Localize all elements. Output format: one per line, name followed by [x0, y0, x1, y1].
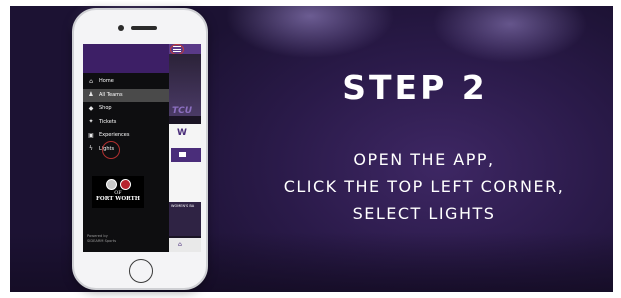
menu-item-label: Home: [99, 78, 114, 85]
sponsor-logo-icon: [105, 179, 117, 190]
hero-image: TCU: [169, 54, 201, 116]
powered-by-text: Powered by SIDEARM Sports: [87, 234, 116, 243]
menu-item-label: Tickets: [99, 118, 117, 125]
app-content-peek: TCU W WOMEN'S BA ⌂: [169, 44, 201, 252]
powered-line: SIDEARM Sports: [87, 238, 117, 243]
sponsor-badge: OF FORT WORTH: [92, 176, 144, 208]
speaker-grille: [131, 26, 157, 30]
sponsor-logo-icon: [119, 179, 131, 190]
camera-dot: [118, 25, 124, 31]
ticket-icon: ✦: [88, 118, 94, 126]
menu-item-all-teams[interactable]: ♟ All Teams: [83, 88, 169, 102]
menu-item-tickets[interactable]: ✦ Tickets: [83, 116, 169, 130]
menu-item-label: Experiences: [99, 132, 130, 139]
phone-home-button: [129, 259, 153, 283]
menu-item-label: Shop: [99, 105, 112, 112]
menu-list: ⌂ Home ♟ All Teams ◆ Shop ✦ Tickets ▣ Ex…: [83, 75, 169, 158]
hero-text: TCU: [172, 106, 193, 116]
team-card: W: [169, 124, 201, 202]
menu-item-label: All Teams: [99, 91, 123, 98]
menu-item-experiences[interactable]: ▣ Experiences: [83, 129, 169, 143]
instruction-line: CLICK THE TOP LEFT CORNER,: [283, 177, 565, 196]
teams-icon: ♟: [88, 91, 94, 99]
menu-item-label: Lights: [99, 145, 115, 152]
phone-mockup: ⌂ Home ♟ All Teams ◆ Shop ✦ Tickets ▣ Ex…: [72, 8, 208, 290]
promo-text: WOMEN'S BA: [171, 204, 195, 208]
menu-item-shop[interactable]: ◆ Shop: [83, 102, 169, 116]
promo-card[interactable]: WOMEN'S BA: [169, 202, 201, 236]
step-headline: STEP 2: [342, 68, 488, 107]
lightning-icon: ϟ: [89, 145, 93, 153]
shop-tag-icon: ◆: [88, 104, 94, 112]
bottom-nav: ⌂: [169, 238, 201, 252]
menu-header: [83, 44, 169, 73]
side-menu: ⌂ Home ♟ All Teams ◆ Shop ✦ Tickets ▣ Ex…: [83, 44, 169, 252]
badge-city-text: FORT WORTH: [96, 196, 140, 202]
video-icon: [179, 152, 186, 157]
video-button[interactable]: [171, 148, 201, 162]
team-logo-icon: W: [177, 128, 187, 138]
app-top-bar: [169, 44, 201, 55]
home-icon: ⌂: [89, 77, 93, 85]
gift-icon: ▣: [88, 131, 94, 139]
instruction-line: OPEN THE APP,: [353, 150, 495, 169]
instructions-text: OPEN THE APP, CLICK THE TOP LEFT CORNER,…: [224, 146, 613, 227]
instruction-line: SELECT LIGHTS: [352, 204, 496, 223]
home-icon[interactable]: ⌂: [178, 241, 182, 248]
sponsor-logos: [92, 179, 144, 190]
menu-item-home[interactable]: ⌂ Home: [83, 75, 169, 89]
phone-screen: ⌂ Home ♟ All Teams ◆ Shop ✦ Tickets ▣ Ex…: [83, 44, 201, 252]
menu-item-lights[interactable]: ϟ Lights: [83, 140, 169, 158]
